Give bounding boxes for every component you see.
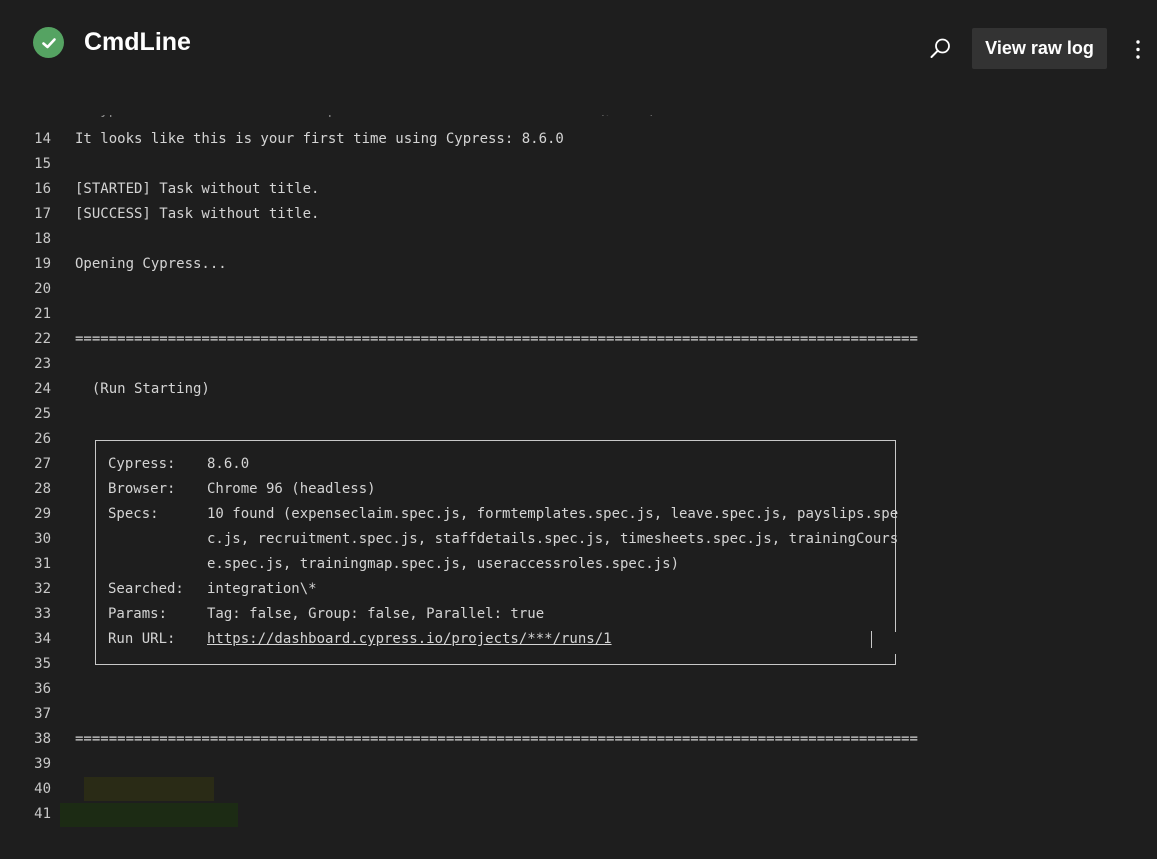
line-number: 24	[34, 381, 51, 397]
run-info-value: 10 found (expenseclaim.spec.js, formtemp…	[207, 506, 899, 522]
log-line-text: ========================================…	[75, 331, 918, 347]
log-line: 16 [STARTED] Task without title.	[0, 177, 1157, 202]
line-number: 27	[34, 456, 51, 472]
view-raw-log-button[interactable]: View raw log	[972, 28, 1107, 69]
line-number: 38	[34, 731, 51, 747]
log-line: 18	[0, 227, 1157, 252]
log-line-text: (Run Starting)	[75, 381, 210, 397]
log-line: 14 It looks like this is your first time …	[0, 127, 1157, 152]
line-number: 31	[34, 556, 51, 572]
log-viewer[interactable]: Cypress installed at path ...... .......…	[0, 115, 1157, 859]
log-line: 15	[0, 152, 1157, 177]
line-number: 20	[34, 281, 51, 297]
run-finished-highlight	[84, 777, 214, 801]
line-number: 18	[34, 231, 51, 247]
line-number: 29	[34, 506, 51, 522]
line-number: 32	[34, 581, 51, 597]
line-number: 16	[34, 181, 51, 197]
line-number: 17	[34, 206, 51, 222]
check-circle-icon	[33, 27, 64, 58]
run-info-key: Browser:	[108, 481, 176, 497]
search-button[interactable]	[926, 35, 954, 63]
log-line: 23	[0, 352, 1157, 377]
line-number: 26	[34, 431, 51, 447]
run-info-key: Cypress:	[108, 456, 176, 472]
line-number: 35	[34, 656, 51, 672]
log-line: 17 [SUCCESS] Task without title.	[0, 202, 1157, 227]
run-info-key: Run URL:	[108, 631, 176, 647]
line-number: 33	[34, 606, 51, 622]
log-line: 36	[0, 677, 1157, 702]
run-info-value: 8.6.0	[207, 456, 250, 472]
log-line: 22 ======================================…	[0, 327, 1157, 352]
run-info-value: integration\*	[207, 581, 317, 597]
log-line-text: [STARTED] Task without title.	[75, 181, 320, 197]
log-line: 21	[0, 302, 1157, 327]
log-line: 37	[0, 702, 1157, 727]
line-number: 40	[34, 781, 51, 797]
page-title: CmdLine	[84, 28, 191, 56]
log-line: 20	[0, 277, 1157, 302]
line-number: 23	[34, 356, 51, 372]
line-number: 22	[34, 331, 51, 347]
line-number: 19	[34, 256, 51, 272]
run-info-key: Searched:	[108, 581, 184, 597]
run-info-key: Params:	[108, 606, 168, 622]
line-number: 39	[34, 756, 51, 772]
more-options-button[interactable]	[1128, 36, 1148, 64]
log-line-text: ========================================…	[75, 731, 918, 747]
box-border-gap	[893, 632, 899, 654]
line-number: 37	[34, 706, 51, 722]
line-number: 30	[34, 531, 51, 547]
finishing-highlight	[60, 803, 238, 827]
line-number: 25	[34, 406, 51, 422]
line-number: 15	[34, 156, 51, 172]
line-number: 34	[34, 631, 51, 647]
more-vertical-icon	[1136, 40, 1140, 59]
run-url-link[interactable]: https://dashboard.cypress.io/projects/**…	[207, 627, 612, 652]
log-line: 39	[0, 752, 1157, 777]
log-line: 24 (Run Starting)	[0, 377, 1157, 402]
log-line-text: [SUCCESS] Task without title.	[75, 206, 320, 222]
job-header: CmdLine View raw log	[0, 0, 1157, 100]
run-info-value: Tag: false, Group: false, Parallel: true	[207, 606, 545, 622]
run-info-value: e.spec.js, trainingmap.spec.js, useracce…	[207, 556, 680, 572]
log-line: 38 ======================================…	[0, 727, 1157, 752]
line-number: 21	[34, 306, 51, 322]
log-line-text: Opening Cypress...	[75, 256, 227, 272]
run-info-value: c.js, recruitment.spec.js, staffdetails.…	[207, 531, 899, 547]
log-line: 19 Opening Cypress...	[0, 252, 1157, 277]
run-info-value: Chrome 96 (headless)	[207, 481, 376, 497]
run-info-key: Specs:	[108, 506, 159, 522]
line-number: 14	[34, 131, 51, 147]
log-line: 25	[0, 402, 1157, 427]
line-number: 41	[34, 806, 51, 822]
clipped-log-line: Cypress installed at path ...... .......…	[75, 115, 675, 123]
box-border-bar	[871, 631, 872, 648]
search-icon	[930, 38, 950, 58]
log-line-text: It looks like this is your first time us…	[75, 131, 564, 147]
line-number: 28	[34, 481, 51, 497]
line-number: 36	[34, 681, 51, 697]
